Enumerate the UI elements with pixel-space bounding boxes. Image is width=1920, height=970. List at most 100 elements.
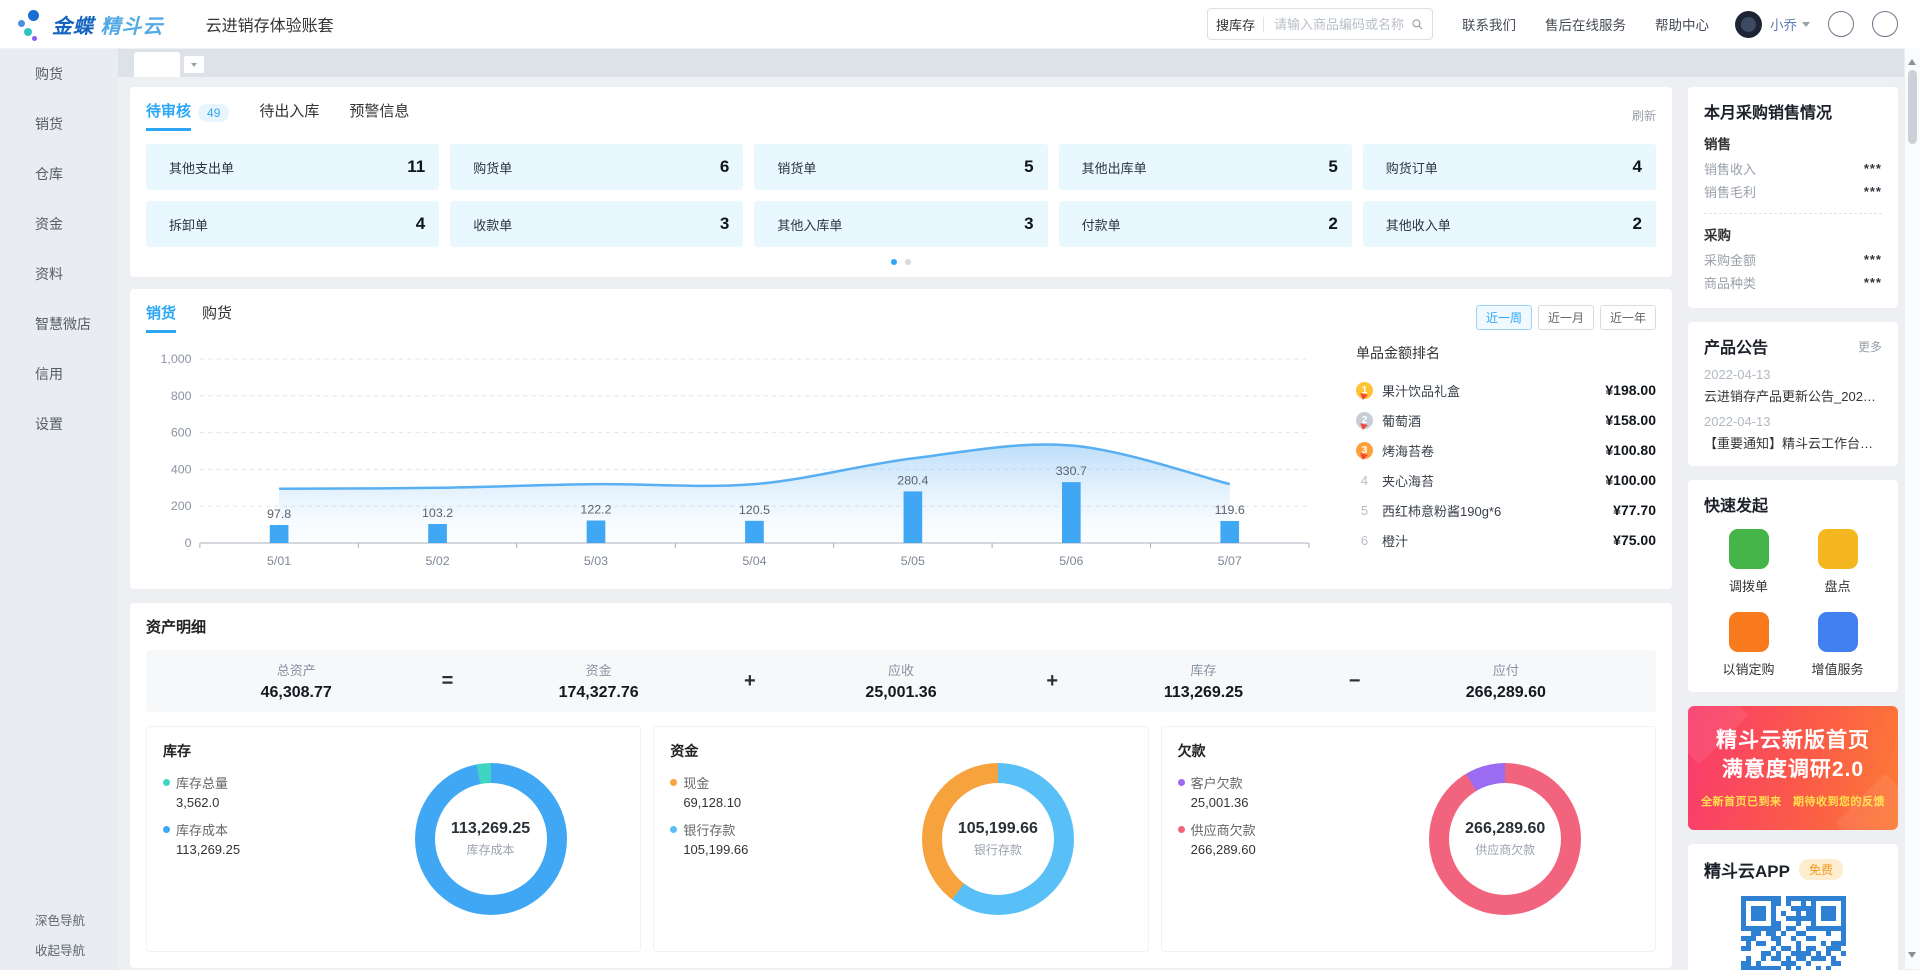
contact-us-link[interactable]: 联系我们 <box>1457 14 1516 34</box>
tab-sales-trend[interactable]: 销货 <box>146 302 176 333</box>
range-month-button[interactable]: 近一月 <box>1538 305 1594 330</box>
quick-action-buy-to-sell[interactable]: 以销定购 <box>1704 612 1793 678</box>
free-badge: 免费 <box>1799 859 1843 880</box>
product-ranking: 单品金额排名 1果汁饮品礼盒¥198.00 2葡萄酒¥158.00 3烤海苔卷¥… <box>1338 341 1656 579</box>
more-link[interactable]: 更多 <box>1858 338 1882 355</box>
debt-donut-card: 欠款 客户欠款 25,001.36 供应商欠款 266,289.60 266,2… <box>1161 726 1656 952</box>
sidebar-item-data[interactable]: 资料 <box>0 249 118 299</box>
tab-warning-info[interactable]: 预警信息 <box>349 100 409 131</box>
funds-donut-chart[interactable]: 105,199.66银行存款 <box>922 763 1074 915</box>
inventory-search[interactable]: 搜库存 <box>1207 8 1433 40</box>
carousel-dots <box>146 259 1656 265</box>
browser-tabstrip <box>118 49 1920 77</box>
bronze-medal-icon: 3 <box>1356 442 1373 459</box>
card-other-inbound[interactable]: 其他入库单3 <box>754 201 1047 247</box>
ranking-item[interactable]: 4夹心海苔¥100.00 <box>1356 465 1656 495</box>
collapse-nav-toggle[interactable]: 收起导航 <box>0 932 118 966</box>
svg-text:330.7: 330.7 <box>1056 464 1087 478</box>
sidebar-item-smart-store[interactable]: 智慧微店 <box>0 299 118 349</box>
masked-value: *** <box>1864 252 1882 267</box>
app-header: 金蝶 精斗云 云进销存体验账套 搜库存 联系我们 售后在线服务 帮助中心 小乔 <box>0 0 1920 49</box>
sidebar-item-sales[interactable]: 销货 <box>0 99 118 149</box>
tab-purchase-trend[interactable]: 购货 <box>202 302 232 333</box>
search-scope-label[interactable]: 搜库存 <box>1216 15 1255 34</box>
pending-cards: 其他支出单11 购货单6 销货单5 其他出库单5 购货订单4 拆卸单4 收款单3… <box>146 144 1656 247</box>
announcement-link[interactable]: 云进销存产品更新公告_20220... <box>1704 386 1882 405</box>
help-center-link[interactable]: 帮助中心 <box>1650 14 1709 34</box>
quick-action-transfer[interactable]: 调拨单 <box>1704 529 1793 595</box>
svg-text:120.5: 120.5 <box>739 503 770 517</box>
sidebar-item-funds[interactable]: 资金 <box>0 199 118 249</box>
card-payment[interactable]: 付款单2 <box>1059 201 1352 247</box>
card-disassembly[interactable]: 拆卸单4 <box>146 201 439 247</box>
debt-donut-chart[interactable]: 266,289.60供应商欠款 <box>1429 763 1581 915</box>
user-name: 小乔 <box>1770 14 1797 34</box>
equals-operator: = <box>420 670 474 693</box>
svg-text:200: 200 <box>171 499 192 513</box>
user-menu[interactable]: 小乔 <box>1735 11 1810 38</box>
range-week-button[interactable]: 近一周 <box>1476 305 1532 330</box>
sidebar-item-warehouse[interactable]: 仓库 <box>0 149 118 199</box>
chevron-down-icon <box>191 63 197 70</box>
survey-banner[interactable]: 精斗云新版首页 满意度调研2.0 全新首页已到来 期待收到您的反馈 <box>1688 706 1898 830</box>
scroll-thumb[interactable] <box>1908 70 1917 144</box>
svg-text:5/03: 5/03 <box>584 554 608 568</box>
quick-action-value-added[interactable]: 增值服务 <box>1793 612 1882 678</box>
svg-text:5/04: 5/04 <box>742 554 766 568</box>
svg-text:800: 800 <box>171 389 192 403</box>
card-other-outbound[interactable]: 其他出库单5 <box>1059 144 1352 190</box>
quick-action-stocktake[interactable]: 盘点 <box>1793 529 1882 595</box>
tab-pending-approval[interactable]: 待审核 49 <box>146 100 229 131</box>
account-title: 云进销存体验账套 <box>206 12 334 36</box>
tab-dropdown-button[interactable] <box>184 56 204 73</box>
avatar[interactable] <box>1735 11 1762 38</box>
search-input[interactable] <box>1272 16 1410 33</box>
masked-value: *** <box>1864 161 1882 176</box>
carousel-dot-1[interactable] <box>891 259 897 265</box>
dark-nav-toggle[interactable]: 深色导航 <box>0 902 118 936</box>
ranking-item[interactable]: 1果汁饮品礼盒¥198.00 <box>1356 375 1656 405</box>
app-qr-code <box>1741 896 1846 970</box>
home-tab[interactable] <box>134 52 180 77</box>
legend-dot <box>1178 779 1185 786</box>
card-receipt[interactable]: 收款单3 <box>450 201 743 247</box>
card-other-expense[interactable]: 其他支出单11 <box>146 144 439 190</box>
sidebar-item-purchase[interactable]: 购货 <box>0 49 118 99</box>
card-purchase-bill[interactable]: 购货单6 <box>450 144 743 190</box>
switch-back-button[interactable] <box>1828 11 1854 37</box>
scroll-up-arrow[interactable] <box>1908 55 1916 65</box>
svg-text:400: 400 <box>171 463 192 477</box>
card-sales-bill[interactable]: 销货单5 <box>754 144 1047 190</box>
svg-text:5/02: 5/02 <box>425 554 449 568</box>
gold-medal-icon: 1 <box>1356 382 1373 399</box>
assets-title: 资产明细 <box>146 616 206 637</box>
scroll-down-arrow[interactable] <box>1908 952 1916 962</box>
inventory-donut-chart[interactable]: 113,269.25库存成本 <box>415 763 567 915</box>
sidebar-item-credit[interactable]: 信用 <box>0 349 118 399</box>
trend-panel: 销货 购货 近一周 近一月 近一年 02004006008001,0005/01… <box>130 289 1672 589</box>
after-sales-service-link[interactable]: 售后在线服务 <box>1540 14 1626 34</box>
card-purchase-order[interactable]: 购货订单4 <box>1363 144 1656 190</box>
quick-actions-panel: 快速发起 调拨单 盘点 以销定购 增值服务 <box>1688 480 1898 692</box>
ranking-item[interactable]: 2葡萄酒¥158.00 <box>1356 405 1656 435</box>
refresh-button[interactable]: 刷新 <box>1628 107 1656 124</box>
announcement-link[interactable]: 【重要通知】精斗云工作台域... <box>1704 433 1882 452</box>
carousel-dot-2[interactable] <box>905 259 911 265</box>
ranking-item[interactable]: 5西红柿意粉酱190g*6¥77.70 <box>1356 495 1656 525</box>
chevron-down-icon <box>1802 22 1810 31</box>
svg-text:0: 0 <box>185 536 192 550</box>
logout-button[interactable] <box>1872 11 1898 37</box>
scrollbar[interactable] <box>1904 48 1920 969</box>
legend-dot <box>163 826 170 833</box>
masked-value: *** <box>1864 184 1882 199</box>
ranking-item[interactable]: 6橙汁¥75.00 <box>1356 525 1656 555</box>
divider <box>1704 213 1882 214</box>
card-other-income[interactable]: 其他收入单2 <box>1363 201 1656 247</box>
svg-text:5/06: 5/06 <box>1059 554 1083 568</box>
ranking-item[interactable]: 3烤海苔卷¥100.80 <box>1356 435 1656 465</box>
tab-pending-inout[interactable]: 待出入库 <box>259 100 319 131</box>
range-year-button[interactable]: 近一年 <box>1600 305 1656 330</box>
sidebar-item-settings[interactable]: 设置 <box>0 399 118 449</box>
search-icon[interactable] <box>1410 17 1424 31</box>
plus-operator: + <box>1025 670 1079 693</box>
